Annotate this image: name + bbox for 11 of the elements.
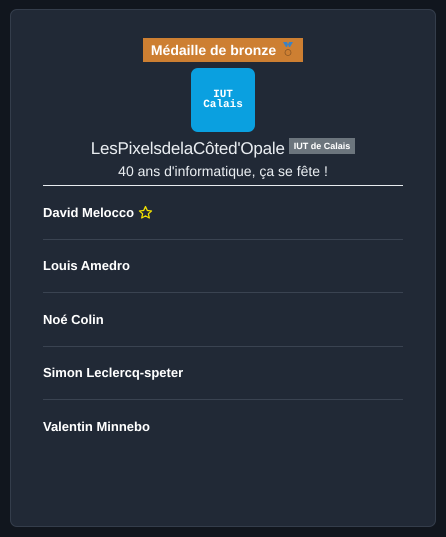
member-name: Simon Leclercq-speter [43,365,184,380]
member-name: Valentin Minnebo [43,418,150,434]
team-name: LesPixelsdelaCôted'Opale [90,138,285,160]
team-motto: 40 ans d'informatique, ça se fête ! [43,163,403,186]
team-logo: IUT Calais [191,68,255,132]
member-name: Noé Colin [43,312,104,327]
member-name: Louis Amedro [43,258,130,274]
medal-icon [281,42,296,58]
school-badge: IUT de Calais [288,138,356,154]
award-badge: Médaille de bronze [142,38,304,62]
member-name: David Melocco [43,204,134,220]
